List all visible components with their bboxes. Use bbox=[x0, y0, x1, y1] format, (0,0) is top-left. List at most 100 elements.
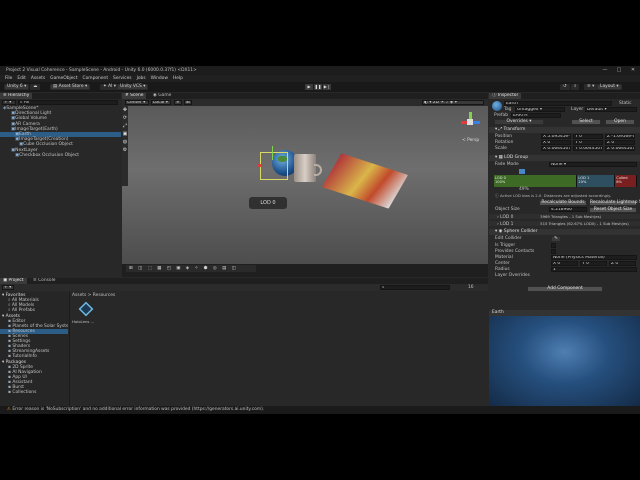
vcs-button[interactable]: Unity VCS ▾ bbox=[117, 84, 149, 90]
transform-scale-field[interactable]: X 0.06445077 bbox=[541, 146, 571, 151]
collider-checkbox[interactable] bbox=[551, 243, 556, 248]
transform-tools-icon[interactable]: ✥ ⟳ ⤢ ▣ ◍ ⚙ bbox=[122, 106, 128, 154]
collider-radius-field[interactable]: 1 bbox=[551, 267, 637, 272]
overrides-dropdown[interactable]: Overrides ▾ bbox=[494, 119, 544, 125]
transform-rotation-field[interactable]: Z 0 bbox=[605, 140, 635, 145]
layer-dropdown[interactable]: Default ▾ bbox=[585, 107, 637, 112]
prefab-asset-field[interactable]: EARTH bbox=[511, 113, 561, 118]
fade-mode-dropdown[interactable]: None ▾ bbox=[549, 162, 637, 167]
mug-model[interactable] bbox=[294, 154, 316, 182]
collider-center-field[interactable]: Y 0 bbox=[580, 261, 607, 266]
recalculate-bounds-button[interactable]: Recalculate Bounds bbox=[539, 200, 587, 206]
lod-bar[interactable]: LOD 0 100% LOD 1 20% Culled 8% bbox=[494, 175, 638, 187]
collider-checkbox[interactable] bbox=[551, 249, 556, 254]
menu-assets[interactable]: Assets bbox=[31, 76, 45, 81]
lod-segment[interactable]: LOD 1 20% bbox=[577, 175, 616, 187]
menu-file[interactable]: File bbox=[5, 76, 12, 81]
create-asset-button[interactable]: + ▾ bbox=[2, 285, 14, 290]
persp-label[interactable]: < Persp bbox=[462, 138, 479, 143]
hololens-asset[interactable] bbox=[76, 301, 96, 320]
project-panel: ▣ Project ≡ Console + ▾ ⌕ 16 ▾ Favorites… bbox=[0, 278, 488, 406]
select-button[interactable]: Select bbox=[571, 119, 601, 125]
physics-material-field[interactable]: None (Physics Material) bbox=[551, 255, 637, 260]
object-size-field[interactable]: 4.218966 bbox=[549, 207, 587, 212]
transform-header[interactable]: ▾ ⤢ Transform bbox=[489, 127, 640, 133]
undo-history-icon[interactable]: ↺ bbox=[560, 84, 570, 90]
cloud-icon[interactable]: ☁ bbox=[30, 84, 41, 90]
project-search-input[interactable]: ⌕ bbox=[380, 285, 450, 290]
tag-dropdown[interactable]: Untagged ▾ bbox=[515, 107, 565, 112]
static-toggle[interactable]: Static bbox=[619, 101, 632, 106]
close-button[interactable]: ✕ bbox=[626, 67, 640, 74]
tree-item[interactable]: ▪ Collections bbox=[0, 390, 68, 395]
add-object-button[interactable]: + ▾ bbox=[2, 100, 16, 105]
overlay-toolbar[interactable]: ⊞ ◫ ⬚ ▦ ◰ ▣ ◈ ✧ ⬢ ◎ ▤ ◫ bbox=[126, 265, 256, 272]
layers-icon[interactable]: ≡ ▾ bbox=[584, 84, 598, 90]
maximize-button[interactable]: □ bbox=[612, 67, 626, 74]
hierarchy-item[interactable]: ▣ Checkbox Occlusion Object bbox=[0, 153, 121, 158]
transform-position-field[interactable]: X 5.09545e-06 bbox=[541, 134, 571, 139]
earth-preview[interactable] bbox=[489, 316, 640, 406]
tree-item[interactable]: ⌕ All Prefabs bbox=[0, 308, 68, 313]
lod-segment[interactable]: LOD 0 100% bbox=[494, 175, 578, 187]
asset-store-button[interactable]: ▤ Asset Store ▾ bbox=[50, 84, 91, 90]
camera-lod-icon[interactable] bbox=[519, 169, 525, 174]
menu-help[interactable]: Help bbox=[173, 76, 183, 81]
search-icon[interactable]: ⌕ bbox=[571, 84, 580, 90]
menu-edit[interactable]: Edit bbox=[17, 76, 26, 81]
menu-services[interactable]: Services bbox=[113, 76, 132, 81]
transform-rotation-field[interactable]: Y 0 bbox=[573, 140, 603, 145]
orientation-gizmo[interactable] bbox=[458, 110, 482, 134]
transform-scale-field[interactable]: Z 0.06445077 bbox=[605, 146, 635, 151]
layer-value: Default bbox=[587, 107, 604, 112]
pivot-center-dropdown[interactable]: Center ▾ bbox=[125, 100, 149, 105]
hierarchy-search-input[interactable]: ⌕ All bbox=[18, 100, 118, 105]
x-axis-handle[interactable] bbox=[258, 164, 261, 167]
account-button[interactable]: Unity 6 ▾ bbox=[4, 84, 30, 90]
cereal-box-model[interactable] bbox=[322, 153, 408, 209]
lod-group-header[interactable]: ▾ ▦ LOD Group bbox=[489, 155, 640, 161]
transform-position-field[interactable]: Z -1.6956e-0 bbox=[605, 134, 635, 139]
project-splitter[interactable] bbox=[69, 292, 70, 406]
lod-row[interactable]: › LOD 0 3969 Triangles - 1 Sub Mesh(es) bbox=[489, 214, 640, 220]
collider-center-field[interactable]: X 0 bbox=[551, 261, 578, 266]
menu-window[interactable]: Window bbox=[151, 76, 168, 81]
lod-slider-value: 49% bbox=[519, 187, 529, 192]
pause-icon[interactable]: ❚❚ bbox=[314, 84, 322, 90]
tab-hierarchy[interactable]: ≡ Hierarchy bbox=[0, 93, 33, 99]
local-global-dropdown[interactable]: Local ▾ bbox=[151, 100, 171, 105]
transform-scale-field[interactable]: Y 0.06445077 bbox=[573, 146, 603, 151]
transform-rotation-field[interactable]: X 0 bbox=[541, 140, 571, 145]
inspector-tab-label: Inspector bbox=[497, 93, 519, 98]
menu-jobs[interactable]: Jobs bbox=[137, 76, 146, 81]
play-icon[interactable]: ▶ bbox=[305, 84, 313, 90]
bag-icon: ▤ bbox=[53, 84, 58, 89]
lod-segment[interactable]: Culled 8% bbox=[615, 175, 638, 187]
lod-overlay-label: LOD 0 bbox=[249, 197, 287, 209]
lod-row[interactable]: › LOD 1 515 Triangles (62.67% LOD0) - 1 S… bbox=[489, 221, 640, 227]
gizmo-z-icon bbox=[472, 121, 480, 124]
menu-gameobject[interactable]: GameObject bbox=[50, 76, 77, 81]
tree-item[interactable]: ▪ TutorialInfo bbox=[0, 354, 68, 359]
edit-collider-icon[interactable]: ✎ bbox=[551, 236, 561, 242]
scene-view-options[interactable]: ◐ ▾ 2D ☀ ♪ ◈ ▾ bbox=[422, 100, 484, 105]
minimize-button[interactable]: — bbox=[598, 67, 612, 74]
sphere-collider-header[interactable]: ▾ ◉ Sphere Collider bbox=[489, 229, 640, 235]
step-icon[interactable]: ▶❘ bbox=[323, 84, 331, 90]
menu-component[interactable]: Component bbox=[83, 76, 109, 81]
scene-viewport[interactable]: ✥ ⟳ ⤢ ▣ ◍ ⚙ LOD 0 < Persp bbox=[122, 106, 488, 264]
layout-dropdown[interactable]: Layout ▾ bbox=[597, 84, 622, 90]
reset-object-size-button[interactable]: Reset Object Size bbox=[589, 207, 637, 213]
hierarchy-panel: ≡ Hierarchy + ▾ ⌕ All ◈ SampleScene* ▣ Di… bbox=[0, 93, 121, 277]
y-axis-handle[interactable] bbox=[272, 146, 273, 160]
transform-position-field[interactable]: Y 0 bbox=[573, 134, 603, 139]
object-name-field[interactable]: Earth bbox=[504, 101, 612, 106]
collider-center-field[interactable]: Z 0 bbox=[609, 261, 636, 266]
grid-icon[interactable]: # bbox=[174, 100, 182, 105]
add-component-button[interactable]: Add Component bbox=[527, 286, 603, 292]
lod-group-title: LOD Group bbox=[504, 155, 529, 160]
recalculate-lightmap-button[interactable]: Recalculate Lightmap Scale bbox=[589, 200, 640, 206]
open-button[interactable]: Open bbox=[605, 119, 635, 125]
snap-icon[interactable]: ⊞ bbox=[184, 100, 192, 105]
tab-inspector[interactable]: ⓘ Inspector bbox=[489, 93, 522, 99]
